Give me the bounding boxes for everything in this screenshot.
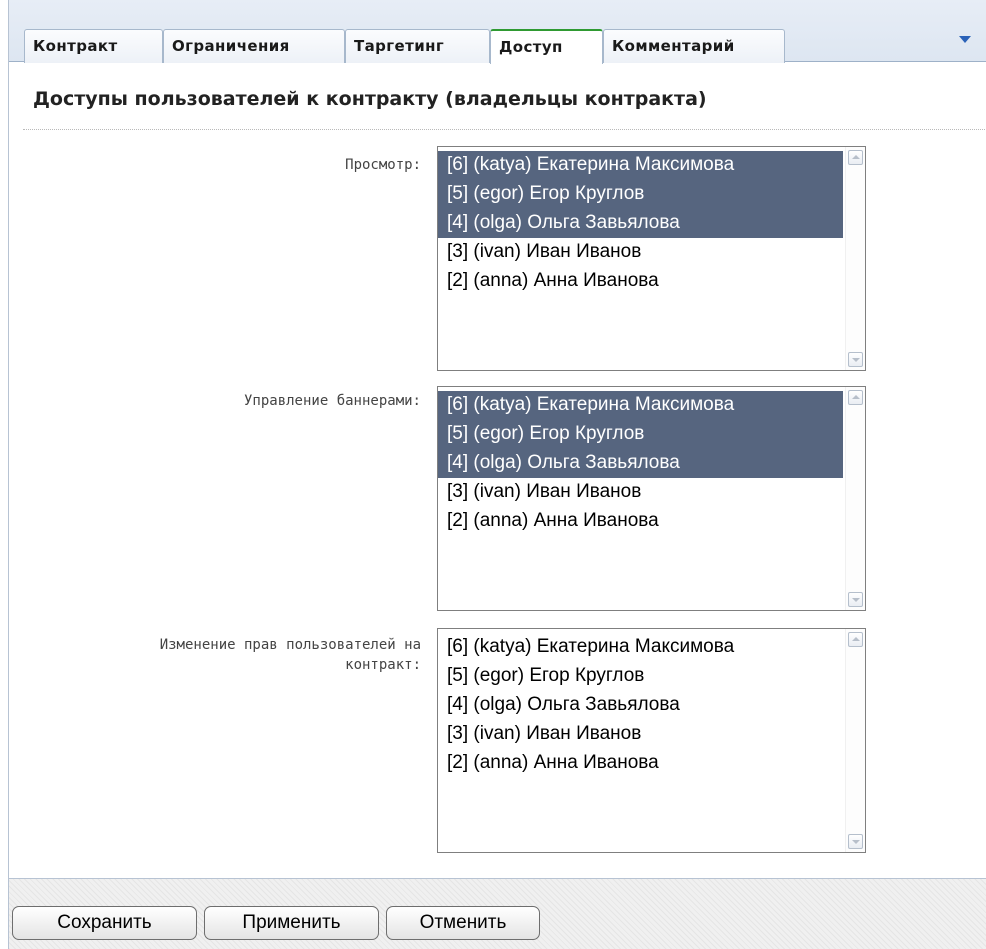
save-button[interactable]: Сохранить bbox=[12, 906, 197, 940]
list-item[interactable]: [2] (anna) Анна Иванова bbox=[438, 749, 843, 778]
rights-change-label-line2: контракт: bbox=[345, 657, 421, 673]
tab-bar: Контракт Ограничения Таргетинг Доступ Ко… bbox=[9, 0, 986, 64]
list-item[interactable]: [5] (egor) Егор Круглов bbox=[438, 662, 843, 691]
list-item[interactable]: [6] (katya) Екатерина Максимова bbox=[438, 633, 843, 662]
tab-targeting[interactable]: Таргетинг bbox=[345, 29, 490, 63]
view-access-label: Просмотр: bbox=[345, 157, 421, 173]
banner-management-listbox[interactable]: [6] (katya) Екатерина Максимова [5] (ego… bbox=[437, 386, 866, 611]
rights-change-listbox[interactable]: [6] (katya) Екатерина Максимова [5] (ego… bbox=[437, 628, 866, 853]
tab-contract[interactable]: Контракт bbox=[24, 29, 163, 63]
list-item[interactable]: [6] (katya) Екатерина Максимова bbox=[438, 391, 843, 420]
tab-access[interactable]: Доступ bbox=[490, 29, 603, 64]
banner-management-label: Управление баннерами: bbox=[243, 393, 421, 409]
form-footer: Сохранить Применить Отменить bbox=[9, 878, 986, 949]
scroll-down-icon[interactable] bbox=[848, 592, 863, 607]
list-item[interactable]: [2] (anna) Анна Иванова bbox=[438, 267, 843, 296]
rights-change-label: Изменение прав пользователей на контракт… bbox=[21, 635, 421, 675]
section-title: Доступы пользователей к контракту (владе… bbox=[33, 88, 707, 110]
list-item[interactable]: [4] (olga) Ольга Завьялова bbox=[438, 209, 843, 238]
tab-comment[interactable]: Комментарий bbox=[603, 29, 785, 63]
scroll-up-icon[interactable] bbox=[848, 150, 863, 165]
list-item[interactable]: [4] (olga) Ольга Завьялова bbox=[438, 691, 843, 720]
list-item[interactable]: [2] (anna) Анна Иванова bbox=[438, 507, 843, 536]
contract-editor-panel: Контракт Ограничения Таргетинг Доступ Ко… bbox=[8, 0, 986, 949]
list-item[interactable]: [6] (katya) Екатерина Максимова bbox=[438, 151, 843, 180]
cancel-button[interactable]: Отменить bbox=[386, 906, 540, 940]
list-item[interactable]: [5] (egor) Егор Круглов bbox=[438, 180, 843, 209]
list-item[interactable]: [4] (olga) Ольга Завьялова bbox=[438, 449, 843, 478]
list-item[interactable]: [3] (ivan) Иван Иванов bbox=[438, 478, 843, 507]
chevron-down-icon[interactable] bbox=[959, 36, 971, 43]
scrollbar[interactable] bbox=[845, 387, 865, 610]
scroll-down-icon[interactable] bbox=[848, 352, 863, 367]
tab-restrictions[interactable]: Ограничения bbox=[163, 29, 345, 63]
scroll-up-icon[interactable] bbox=[848, 632, 863, 647]
scroll-down-icon[interactable] bbox=[848, 834, 863, 849]
apply-button[interactable]: Применить bbox=[204, 906, 379, 940]
list-item[interactable]: [5] (egor) Егор Круглов bbox=[438, 420, 843, 449]
list-item[interactable]: [3] (ivan) Иван Иванов bbox=[438, 720, 843, 749]
divider bbox=[23, 129, 986, 130]
scroll-up-icon[interactable] bbox=[848, 390, 863, 405]
scrollbar[interactable] bbox=[845, 629, 865, 852]
scrollbar[interactable] bbox=[845, 147, 865, 370]
view-access-listbox[interactable]: [6] (katya) Екатерина Максимова [5] (ego… bbox=[437, 146, 866, 371]
rights-change-label-line1: Изменение прав пользователей на bbox=[159, 637, 421, 653]
list-item[interactable]: [3] (ivan) Иван Иванов bbox=[438, 238, 843, 267]
